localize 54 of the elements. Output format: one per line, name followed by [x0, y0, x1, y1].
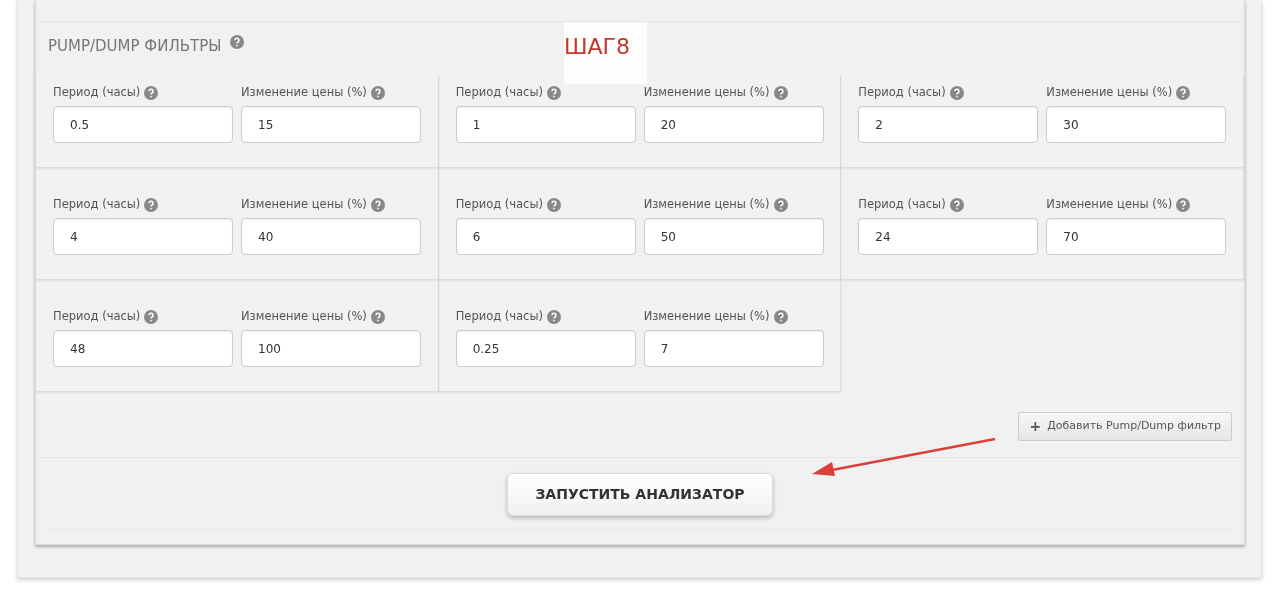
period-field[interactable]: 0.25: [455, 330, 636, 367]
field-label: Период (часы): [53, 84, 141, 102]
price-change-field[interactable]: 50: [643, 218, 824, 255]
period-field[interactable]: 48: [53, 330, 233, 367]
field-label: Изменение цены (%): [241, 84, 367, 102]
period-field[interactable]: 2: [858, 106, 1039, 143]
field-label: Изменение цены (%): [241, 196, 367, 214]
price-change-field[interactable]: 40: [241, 218, 421, 255]
help-icon[interactable]: [144, 198, 159, 212]
field-label: Период (часы): [455, 308, 543, 326]
period-field[interactable]: 0.5: [53, 106, 233, 143]
help-icon[interactable]: [773, 86, 788, 100]
field-label: Изменение цены (%): [643, 196, 770, 214]
price-change-field[interactable]: 100: [241, 330, 421, 367]
step-annotation: ШАГ8: [564, 22, 647, 84]
period-field[interactable]: 1: [455, 106, 636, 143]
help-icon[interactable]: [547, 198, 561, 212]
period-field[interactable]: 24: [858, 218, 1039, 255]
help-icon[interactable]: [773, 198, 788, 212]
field-label: Изменение цены (%): [1046, 196, 1173, 214]
field-label: Период (часы): [858, 196, 946, 214]
field-label: Период (часы): [455, 84, 543, 102]
help-icon[interactable]: [949, 86, 964, 100]
help-icon[interactable]: [370, 310, 385, 324]
period-field[interactable]: 4: [53, 218, 233, 255]
help-icon[interactable]: [1176, 198, 1191, 212]
field-label: Изменение цены (%): [241, 308, 367, 326]
help-icon[interactable]: [144, 310, 159, 324]
field-label: Изменение цены (%): [1046, 84, 1173, 102]
field-label: Период (часы): [53, 308, 141, 326]
price-change-field[interactable]: 30: [1046, 106, 1227, 143]
price-change-field[interactable]: 15: [241, 106, 421, 143]
help-icon[interactable]: [229, 35, 244, 49]
run-analyzer-button[interactable]: ЗАПУСТИТЬ АНАЛИЗАТОР: [507, 473, 773, 516]
help-icon[interactable]: [547, 86, 561, 100]
help-icon[interactable]: [144, 86, 159, 100]
field-label: Период (часы): [455, 196, 543, 214]
help-icon[interactable]: [370, 86, 385, 100]
price-change-field[interactable]: 20: [643, 106, 824, 143]
help-icon[interactable]: [773, 310, 788, 324]
section-title: PUMP/DUMP ФИЛЬТРЫ: [48, 36, 222, 57]
field-label: Изменение цены (%): [643, 308, 770, 326]
period-field[interactable]: 6: [455, 218, 636, 255]
plus-icon: +: [1029, 416, 1042, 437]
field-label: Период (часы): [53, 196, 141, 214]
price-change-field[interactable]: 70: [1046, 218, 1227, 255]
help-icon[interactable]: [1176, 86, 1191, 100]
field-label: Изменение цены (%): [643, 84, 770, 102]
help-icon[interactable]: [949, 198, 964, 212]
add-filter-button[interactable]: + Добавить Pump/Dump фильтр: [1018, 412, 1232, 441]
price-change-field[interactable]: 7: [643, 330, 824, 367]
help-icon[interactable]: [547, 310, 561, 324]
help-icon[interactable]: [370, 198, 385, 212]
field-label: Период (часы): [858, 84, 946, 102]
